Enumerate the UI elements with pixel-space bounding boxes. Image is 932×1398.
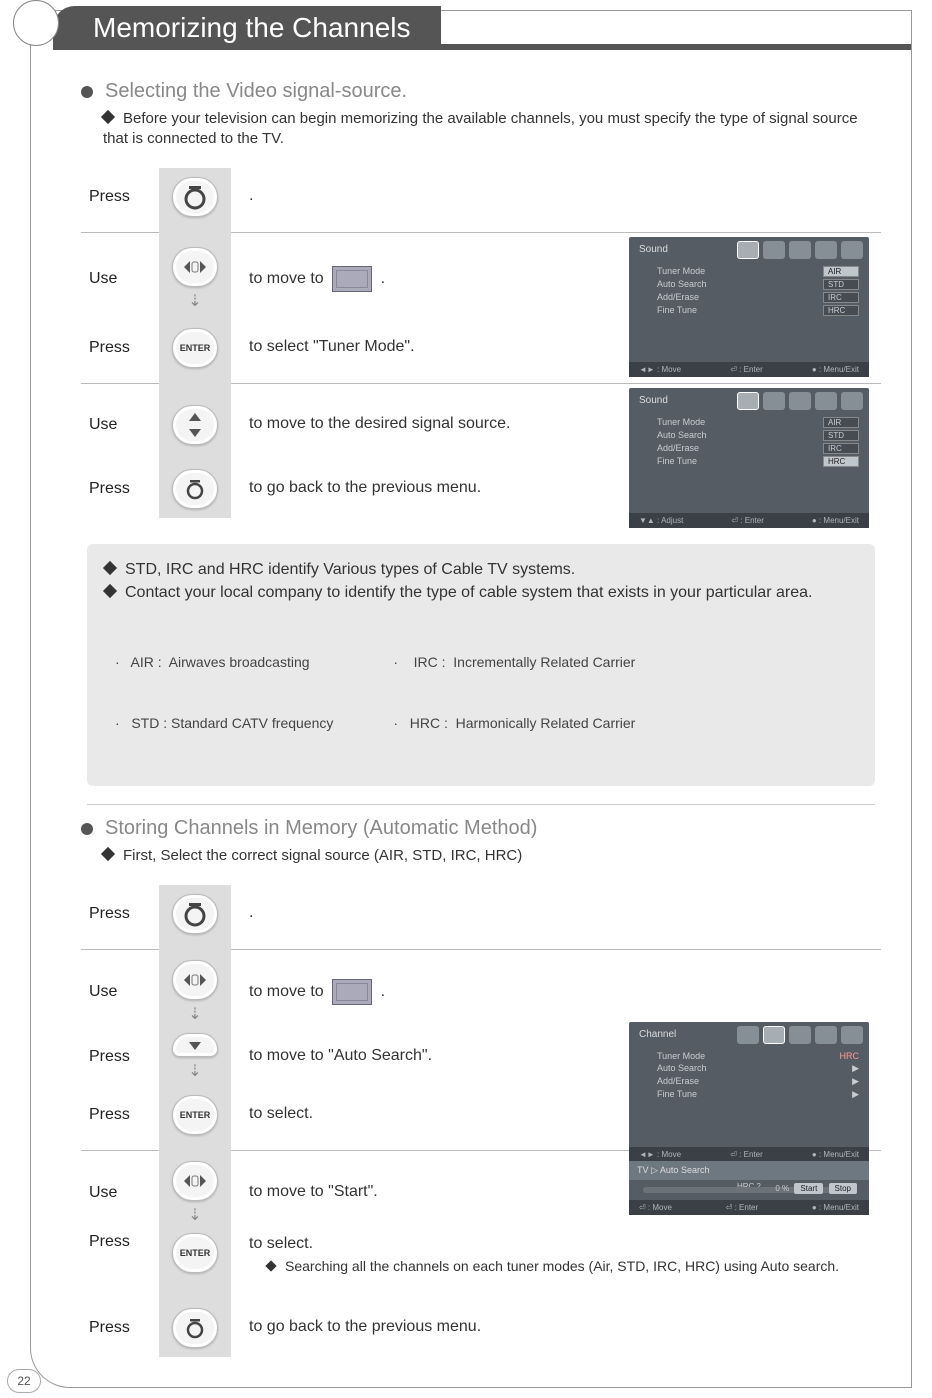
- step-verb: Press: [81, 1106, 159, 1124]
- step-verb: Use: [81, 416, 159, 434]
- step-desc: .: [231, 902, 881, 924]
- step-verb: Press: [81, 1233, 159, 1251]
- tv-thumbnail-icon: [332, 266, 372, 292]
- step-row: Press ENTER to select. Searching all the…: [81, 1229, 881, 1299]
- left-right-button-icon: [172, 247, 218, 287]
- section1-intro: Before your television can begin memoriz…: [103, 109, 881, 150]
- step-desc: to go back to the previous menu.: [231, 1316, 881, 1338]
- section2-steps: Press . Use ⇣ to move to .: [81, 885, 881, 1357]
- bullet-icon: [81, 86, 93, 98]
- step-desc: to go back to the previous menu.: [231, 477, 881, 499]
- step-desc: to move to .: [231, 979, 881, 1005]
- left-right-button-icon: [172, 1161, 218, 1201]
- step-verb: Press: [81, 188, 159, 206]
- left-right-button-icon: [172, 960, 218, 1000]
- menu-back-button-icon: [172, 1308, 218, 1348]
- flow-arrow-down-icon: ⇣: [188, 1061, 201, 1081]
- section1-title: Selecting the Video signal-source.: [105, 80, 407, 103]
- flow-arrow-down-icon: ⇣: [188, 291, 201, 311]
- down-button-icon: [172, 1033, 218, 1057]
- step-verb: Use: [81, 983, 159, 1001]
- step-row: Use ⇣ to move to . Sound: [81, 239, 881, 319]
- step-desc: to select.: [231, 1103, 881, 1125]
- section-heading: Storing Channels in Memory (Automatic Me…: [81, 817, 881, 840]
- diamond-icon: [103, 584, 117, 598]
- enter-button-icon: ENTER: [172, 1233, 218, 1273]
- definition-hrc: · HRC : Harmonically Related Carrier: [393, 713, 635, 733]
- menu-button-icon: [172, 894, 218, 934]
- step-row: Use to move to the desired signal source…: [81, 390, 881, 460]
- page-number: 22: [7, 1369, 41, 1393]
- step-row: Press to go back to the previous menu.: [81, 1299, 881, 1357]
- step-desc: to select "Tuner Mode".: [231, 336, 881, 358]
- step-verb: Use: [81, 270, 159, 288]
- diamond-icon: [101, 110, 115, 124]
- section1-steps: Press . Use ⇣ to move to .: [81, 168, 881, 518]
- step-row: Use ⇣ to move to "Start". TV ▷ Auto Sear…: [81, 1157, 881, 1229]
- note-box: STD, IRC and HRC identify Various types …: [87, 544, 875, 787]
- step-row: Press .: [81, 885, 881, 943]
- step-verb: Press: [81, 1319, 159, 1337]
- osd-screenshot-auto-search: TV ▷ Auto Search HRC 2 0 % Start Stop ⏎ …: [629, 1161, 869, 1215]
- diamond-icon: [265, 1260, 276, 1271]
- step-desc: to select. Searching all the channels on…: [231, 1233, 881, 1277]
- step-verb: Press: [81, 1048, 159, 1066]
- menu-back-button-icon: [172, 469, 218, 509]
- diamond-icon: [103, 560, 117, 574]
- definition-irc: · IRC : Incrementally Related Carrier: [393, 652, 635, 672]
- enter-button-icon: ENTER: [172, 328, 218, 368]
- section-heading: Selecting the Video signal-source.: [81, 80, 881, 103]
- diamond-icon: [101, 847, 115, 861]
- flow-arrow-down-icon: ⇣: [188, 1004, 201, 1024]
- title-ornament-circle: [13, 0, 59, 46]
- bullet-icon: [81, 823, 93, 835]
- page-title: Memorizing the Channels: [53, 6, 441, 50]
- step-row: Use ⇣ to move to .: [81, 956, 881, 1028]
- step-row: Press ENTER to select.: [81, 1086, 881, 1144]
- step-desc: .: [231, 185, 881, 207]
- step-row: Press to go back to the previous menu.: [81, 460, 881, 518]
- flow-arrow-down-icon: ⇣: [188, 1205, 201, 1225]
- title-bar: Memorizing the Channels: [23, 6, 911, 52]
- up-down-button-icon: [172, 405, 218, 445]
- step-verb: Press: [81, 480, 159, 498]
- step-row: Press ⇣ to move to "Auto Search". Channe…: [81, 1028, 881, 1086]
- definition-air: · AIR : Airwaves broadcasting: [115, 652, 333, 672]
- section2-title: Storing Channels in Memory (Automatic Me…: [105, 817, 537, 840]
- menu-button-icon: [172, 177, 218, 217]
- step-verb: Use: [81, 1184, 159, 1202]
- step-row: Press .: [81, 168, 881, 226]
- section-divider: [87, 804, 875, 805]
- step-verb: Press: [81, 339, 159, 357]
- enter-button-icon: ENTER: [172, 1095, 218, 1135]
- section2-intro: First, Select the correct signal source …: [103, 846, 881, 866]
- tv-thumbnail-icon: [332, 979, 372, 1005]
- definition-std: · STD : Standard CATV frequency: [115, 713, 333, 733]
- step-row: Press ENTER to select "Tuner Mode".: [81, 319, 881, 377]
- step-verb: Press: [81, 905, 159, 923]
